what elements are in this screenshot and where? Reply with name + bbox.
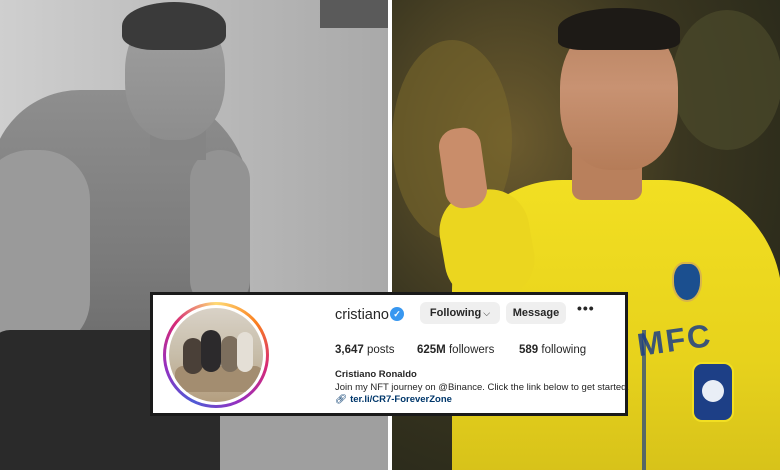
captain-armband (692, 362, 734, 422)
following-button-label: Following (429, 307, 482, 319)
profile-username: cristiano (335, 307, 389, 323)
link-icon: 🔗︎ (335, 394, 348, 405)
profile-bio: Join my NFT journey on @Binance. Click t… (335, 382, 630, 393)
posts-label: posts (366, 344, 395, 356)
player-hair (558, 8, 680, 50)
player-right-arm (190, 150, 250, 310)
profile-link-text: ter.li/CR7-ForeverZone (350, 394, 452, 405)
background-blur (672, 10, 780, 150)
following-count: 589 (519, 344, 539, 356)
posts-stat[interactable]: 3,647 posts (335, 344, 394, 356)
avatar (169, 308, 263, 402)
profile-full-name: Cristiano Ronaldo (335, 369, 417, 380)
followers-label: followers (448, 344, 495, 356)
followers-count: 625M (417, 344, 446, 356)
chevron-down-icon: ⌵ (483, 308, 491, 318)
message-button[interactable]: Message (506, 302, 566, 324)
player-left-arm (0, 150, 90, 350)
armband-logo-icon (702, 380, 724, 402)
verified-badge-icon: ✓ (390, 307, 404, 321)
message-button-label: Message (512, 307, 560, 319)
following-button[interactable]: Following ⌵ (420, 302, 500, 324)
instagram-profile-card: cristiano ✓ Following ⌵ Message ••• 3,647… (150, 292, 630, 416)
club-crest-icon (672, 262, 702, 302)
followers-stat[interactable]: 625M followers (417, 344, 494, 356)
player-hair (122, 2, 226, 50)
avatar-story-ring[interactable] (163, 302, 269, 408)
following-stat[interactable]: 589 following (519, 344, 586, 356)
posts-count: 3,647 (335, 344, 364, 356)
following-label: following (541, 344, 587, 356)
profile-link[interactable]: 🔗︎ ter.li/CR7-ForeverZone (335, 394, 452, 405)
wall-vent (320, 0, 388, 28)
more-options-icon[interactable]: ••• (577, 301, 595, 315)
